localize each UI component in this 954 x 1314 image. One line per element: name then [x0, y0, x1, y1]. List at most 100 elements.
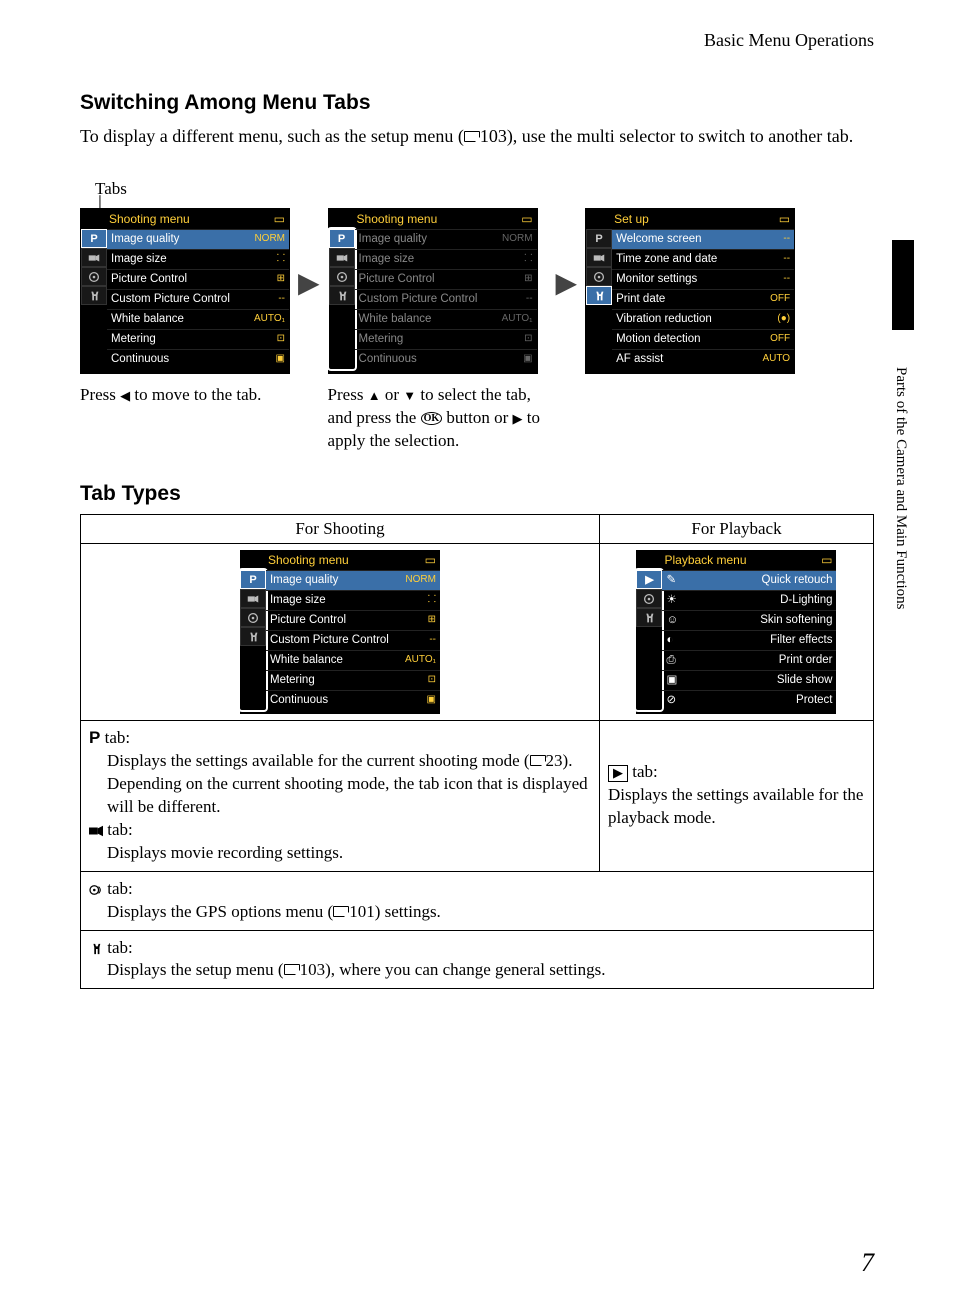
retouch-icon: ✎ [666, 573, 676, 588]
lcd1-item-4-val: AUTO₁ [254, 312, 285, 327]
movie-tab-label: tab: [103, 820, 133, 839]
gps-desc-ref: 101) settings. [349, 902, 441, 921]
lcd3-tab-movie [586, 248, 612, 267]
lcd1-item-3-val: -- [278, 292, 285, 307]
lcd2-item-0-val: NORM [502, 232, 533, 247]
lcd2-item-0-label: Image quality [359, 232, 427, 247]
tt-lcd-shoot-title-text: Shooting menu [268, 553, 349, 567]
tt-shoot-item-2: Picture Control⊞ [266, 610, 440, 630]
heading-switching-tabs: Switching Among Menu Tabs [80, 91, 874, 115]
l: Image quality [270, 573, 338, 588]
lcd3-item-0-val: -- [783, 232, 790, 247]
screen-1-column: Shooting menu ▭ P Image qualityNORM Imag… [80, 208, 290, 407]
intro-text-2: 103), use the multi selector to switch t… [480, 126, 853, 146]
tt-shoot-items: Image qualityNORM Image size⸬ Picture Co… [266, 570, 440, 710]
l: Skin softening [760, 613, 832, 628]
lcd3-item-3-label: Print date [616, 292, 665, 307]
tt-lcd-shoot-title: Shooting menu ▭ [240, 550, 440, 570]
movie-icon [89, 819, 103, 842]
lcd2-item-3-val: -- [526, 292, 533, 307]
down-arrow-icon: ▼ [403, 388, 416, 403]
l: Quick retouch [762, 573, 833, 588]
lcd2-item-5: Metering⊡ [355, 329, 537, 349]
lcd2-tab-p: P [329, 229, 355, 248]
tt-lcd-shooting: Shooting menu ▭ P Image qualityNORM Imag… [240, 550, 440, 714]
play-desc: Displays the settings available for the … [608, 785, 863, 827]
tt-lcd-play-title: Playback menu ▭ [636, 550, 836, 570]
lcd3-item-3: Print date OFF [612, 289, 794, 309]
lcd1-items: Image qualityNORM Image size⸬ Picture Co… [107, 229, 289, 369]
cap1-a: Press [80, 385, 120, 404]
lcd3-title: Set up ▭ [586, 209, 794, 229]
battery-icon: ▭ [521, 212, 532, 226]
lcd1-item-6-label: Continuous [111, 352, 169, 367]
side-chapter-tab: Parts of the Camera and Main Functions [892, 240, 914, 640]
cell-playback-screenshot: Playback menu ▭ ▶ ✎ Quick retouch ☀ D-Ligh… [599, 544, 873, 721]
lcd3-item-6-val: AUTO [762, 352, 790, 367]
cell-gps-desc: tab: Displays the GPS options menu (101)… [81, 871, 874, 930]
tt-lcd-playback: Playback menu ▭ ▶ ✎ Quick retouch ☀ D-Ligh… [636, 550, 836, 714]
lcd2-item-1: Image size⸬ [355, 249, 537, 269]
caption-1: Press ◀ to move to the tab. [80, 384, 290, 407]
gps-tab-label: tab: [103, 879, 133, 898]
lcd1-tab-movie [81, 248, 107, 267]
cell-setup-desc: tab: Displays the setup menu (103), wher… [81, 930, 874, 989]
heading-tab-types: Tab Types [80, 482, 874, 506]
dlight-icon: ☀ [666, 593, 676, 608]
lcd2-tab-gps [329, 267, 355, 286]
lcd1-title: Shooting menu ▭ [81, 209, 289, 229]
lcd1-item-2-val: ⊞ [277, 272, 285, 287]
lcd2-item-6: Continuous▣ [355, 349, 537, 369]
lcd2-item-5-val: ⊡ [524, 332, 532, 347]
lcd1-item-0-label: Image quality [111, 232, 179, 247]
tt-shoot-item-3: Custom Picture Control-- [266, 630, 440, 650]
manual-ref-icon [530, 755, 546, 766]
up-arrow-icon: ▲ [368, 388, 381, 403]
wrench-icon [89, 937, 103, 960]
lcd2-title: Shooting menu ▭ [329, 209, 537, 229]
lcd2-tabs: P [329, 229, 355, 369]
th-playback: For Playback [599, 515, 873, 544]
setup-desc-ref: 103), where you can change general setti… [300, 960, 606, 979]
p-desc-1: Displays the settings available for the … [107, 751, 530, 770]
tt-play-item-1: ☀ D-Lighting [662, 590, 836, 610]
lcd-screen-3: Set up ▭ P Welcome screen-- Time zone an… [585, 208, 795, 374]
lcd1-item-2-label: Picture Control [111, 272, 187, 287]
print-icon: ⎙ [666, 653, 675, 668]
battery-icon: ▭ [821, 553, 832, 567]
lcd1-item-6-val: ▣ [276, 352, 285, 367]
p-desc-2: Depending on the current shooting mode, … [107, 774, 588, 816]
cell-shooting-desc: P tab: Displays the settings available f… [81, 721, 600, 872]
lcd2-item-6-label: Continuous [359, 352, 417, 367]
setup-tab-label: tab: [103, 938, 133, 957]
lcd1-item-4: White balanceAUTO₁ [107, 309, 289, 329]
tt-shoot-tab-gps [240, 608, 266, 627]
lcd1-item-2: Picture Control ⊞ [107, 269, 289, 289]
lcd1-item-5: Metering⊡ [107, 329, 289, 349]
lcd1-item-5-val: ⊡ [277, 332, 285, 347]
tt-play-item-2: ☺Skin softening [662, 610, 836, 630]
tt-shoot-tab-p: P [240, 570, 266, 589]
right-arrow-icon: ▶ [556, 266, 578, 300]
tt-play-item-6: ⊘Protect [662, 690, 836, 710]
l: D-Lighting [780, 593, 832, 608]
lcd1-item-0: Image qualityNORM [107, 229, 289, 249]
lcd3-item-6: AF assistAUTO [612, 349, 794, 369]
lcd-screen-1: Shooting menu ▭ P Image qualityNORM Imag… [80, 208, 290, 374]
intro-text-1: To display a different menu, such as the… [80, 126, 464, 146]
lcd2-item-3: Custom Picture Control-- [355, 289, 537, 309]
lcd2-tab-movie [329, 248, 355, 267]
lcd2-item-1-val: ⸬ [524, 252, 532, 267]
l: Filter effects [770, 633, 832, 648]
p-mode-icon: P [89, 727, 100, 750]
lcd3-item-3-val: OFF [770, 292, 790, 307]
lcd3-item-1-val: -- [783, 252, 790, 267]
caption-2: Press ▲ or ▼ to select the tab, and pres… [328, 384, 548, 453]
side-chapter-label: Parts of the Camera and Main Functions [892, 330, 909, 640]
arrow-1: ▶ [298, 208, 320, 358]
tt-shoot-item-5: Metering⊡ [266, 670, 440, 690]
tt-play-tabs: ▶ [636, 570, 662, 710]
l: Metering [270, 673, 315, 688]
screens-row: Shooting menu ▭ P Image qualityNORM Imag… [80, 208, 874, 452]
lcd3-item-5-val: OFF [770, 332, 790, 347]
